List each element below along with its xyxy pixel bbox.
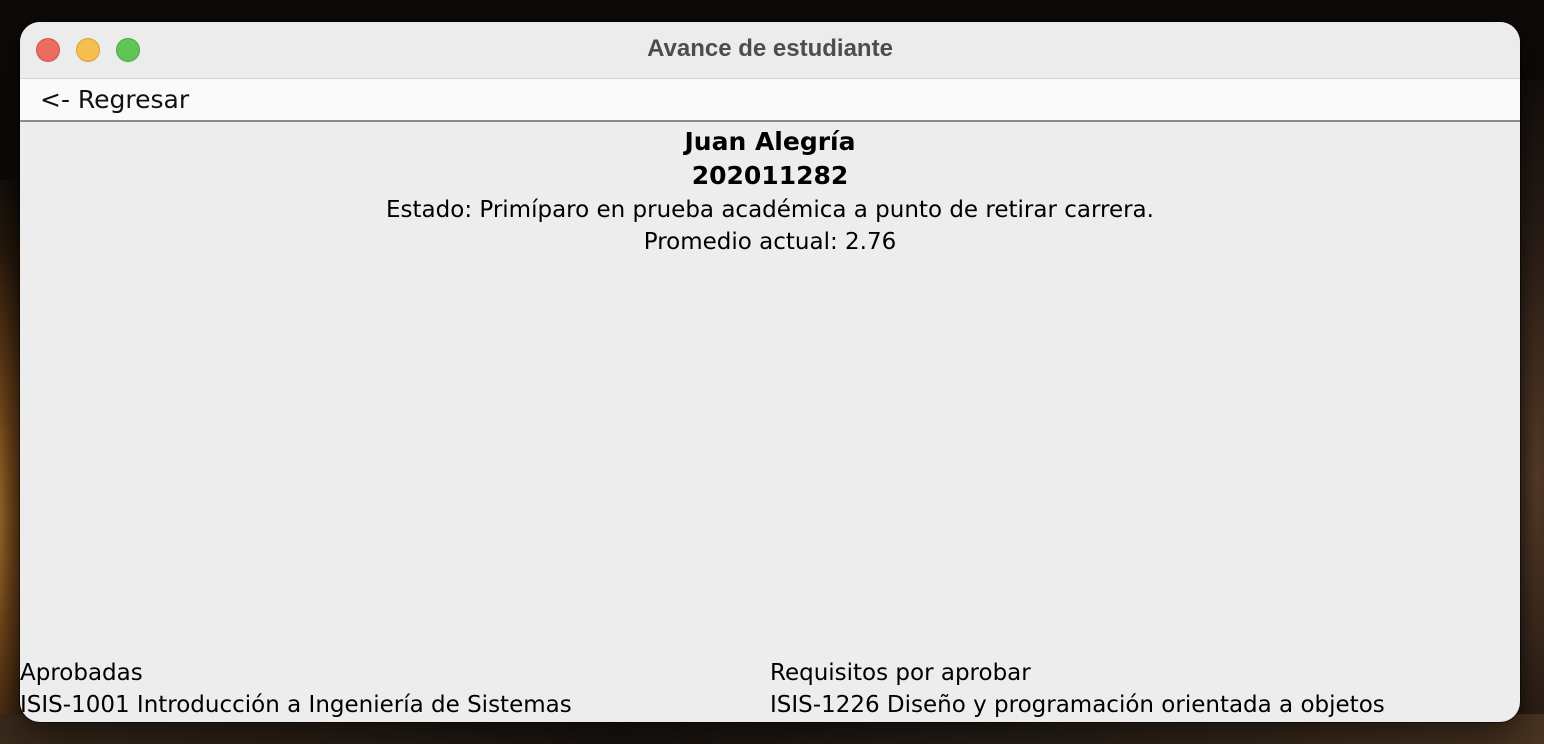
pending-requirements-column: Requisitos por aprobar ISIS-1226 Diseño … xyxy=(770,657,1385,721)
student-name: Juan Alegría xyxy=(684,127,856,156)
student-gpa: Promedio actual: 2.76 xyxy=(643,229,897,255)
approved-heading: Aprobadas xyxy=(20,660,143,686)
main-content: Juan Alegría 202011282 Estado: Primíparo… xyxy=(20,122,1520,721)
student-id: 202011282 xyxy=(691,161,849,190)
toolbar: <- Regresar xyxy=(20,79,1520,122)
student-header: Juan Alegría 202011282 Estado: Primíparo… xyxy=(20,122,1520,258)
approved-courses-column: Aprobadas ISIS-1001 Introducción a Ingen… xyxy=(20,657,572,721)
pending-heading: Requisitos por aprobar xyxy=(770,660,1031,686)
back-button[interactable]: <- Regresar xyxy=(40,85,189,114)
approved-course-item: ISIS-1001 Introducción a Ingeniería de S… xyxy=(20,692,572,718)
student-status: Estado: Primíparo en prueba académica a … xyxy=(386,197,1154,223)
window-title: Avance de estudiante xyxy=(647,35,893,62)
app-window: Avance de estudiante <- Regresar Juan Al… xyxy=(20,22,1520,722)
title-bar[interactable]: Avance de estudiante xyxy=(20,22,1520,79)
pending-course-item: ISIS-1226 Diseño y programación orientad… xyxy=(770,692,1385,718)
